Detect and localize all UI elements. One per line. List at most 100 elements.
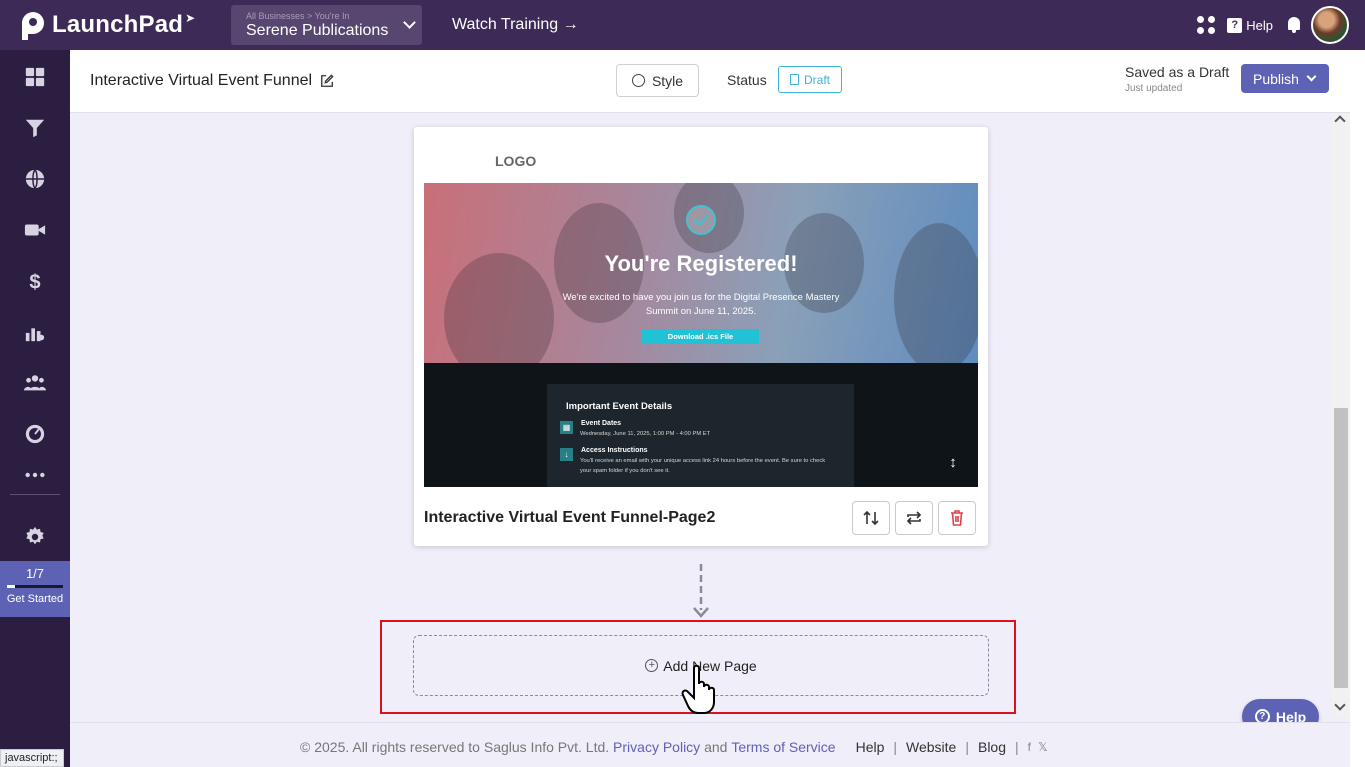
sidebar-divider: [10, 494, 60, 495]
access-instructions-text: You'll receive an email with your unique…: [580, 458, 826, 474]
reorder-button[interactable]: [852, 501, 890, 535]
privacy-policy-link[interactable]: Privacy Policy: [613, 739, 700, 755]
brand-name: LaunchPad: [52, 11, 184, 38]
more-dots-icon: [25, 472, 45, 478]
save-status: Saved as a Draft Just updated: [1125, 64, 1229, 94]
sidebar-item-webinars[interactable]: [0, 210, 70, 250]
rocket-icon: ➤: [185, 11, 196, 25]
hero-text: We're excited to have you join us for th…: [562, 292, 840, 317]
flow-connector-arrow: [693, 564, 709, 618]
access-instructions-title: Access Instructions: [581, 447, 648, 454]
publish-label: Publish: [1253, 70, 1299, 87]
x-twitter-icon[interactable]: 𝕏: [1038, 740, 1048, 754]
sort-arrows-icon: [863, 510, 879, 526]
footer-help-link[interactable]: Help: [856, 739, 885, 755]
dollar-icon: $: [29, 271, 40, 292]
sidebar-item-websites[interactable]: [0, 159, 70, 199]
analytics-icon: [25, 328, 45, 342]
calendar-icon: ▦: [560, 421, 573, 434]
apps-grid-icon[interactable]: [1197, 16, 1216, 34]
delete-page-button[interactable]: [938, 501, 976, 535]
question-icon: ?: [1227, 17, 1243, 33]
sidebar-item-reports[interactable]: [0, 414, 70, 454]
users-icon: [24, 375, 46, 391]
scroll-down-arrow-icon[interactable]: [1334, 699, 1346, 711]
hand-cursor-icon: [681, 664, 715, 714]
watch-training-link[interactable]: Watch Training →: [452, 16, 579, 34]
get-started-progress[interactable]: 1/7 Get Started: [0, 561, 70, 617]
brand-logo[interactable]: LaunchPad ➤: [20, 10, 230, 40]
event-dates-title: Event Dates: [581, 420, 622, 427]
funnel-page-card[interactable]: LOGO You're Registered! We're excited to…: [414, 127, 988, 546]
check-circle-icon: [686, 205, 716, 235]
help-link[interactable]: ? Help: [1227, 17, 1273, 33]
status-label: Status: [727, 72, 767, 88]
video-camera-icon: [24, 224, 46, 236]
footer-separator: |: [965, 739, 969, 755]
download-arrow-icon: ↓: [560, 448, 573, 461]
facebook-icon[interactable]: f: [1028, 740, 1031, 754]
bell-icon[interactable]: [1287, 17, 1301, 33]
publish-button[interactable]: Publish: [1241, 64, 1329, 93]
top-navbar: LaunchPad ➤ All Businesses > You're In S…: [0, 0, 1365, 50]
save-status-time: Just updated: [1125, 83, 1183, 94]
footer: © 2025. All rights reserved to Saglus In…: [70, 722, 1350, 767]
chevron-down-icon: [1306, 71, 1317, 82]
download-ics-button: Download .ics File: [642, 329, 759, 344]
copyright-text: © 2025. All rights reserved to Saglus In…: [300, 739, 610, 755]
vertical-resize-icon[interactable]: ↕: [947, 455, 959, 471]
sidebar-item-analytics[interactable]: [0, 312, 70, 352]
editor-header: Interactive Virtual Event Funnel Style S…: [70, 50, 1350, 113]
dashboard-icon: [25, 67, 45, 87]
style-button[interactable]: Style: [616, 64, 699, 97]
sidebar-item-payments[interactable]: $: [0, 261, 70, 301]
document-icon: [789, 74, 799, 85]
sidebar-item-funnels[interactable]: [0, 108, 70, 148]
get-started-label: Get Started: [6, 593, 64, 605]
event-dates-text: Wednesday, June 11, 2025, 1:00 PM - 4:00…: [580, 431, 711, 437]
page-logo-placeholder: LOGO: [495, 153, 537, 169]
edit-icon[interactable]: [320, 74, 334, 88]
style-label: Style: [651, 72, 684, 89]
vertical-scrollbar[interactable]: [1332, 113, 1350, 717]
funnel-icon: [25, 119, 45, 138]
status-bar-url: javascript:;: [0, 749, 64, 767]
get-started-progress-bar: [7, 585, 63, 588]
scrollbar-thumb[interactable]: [1334, 408, 1348, 688]
gauge-icon: [25, 424, 45, 444]
footer-blog-link[interactable]: Blog: [978, 739, 1006, 755]
event-details-box: Important Event Details ▦ Event Dates We…: [547, 384, 854, 487]
gear-icon: [26, 526, 44, 545]
page-preview-details: Important Event Details ▦ Event Dates We…: [424, 363, 978, 487]
terms-link[interactable]: Terms of Service: [731, 739, 835, 755]
avatar[interactable]: [1311, 6, 1349, 44]
footer-website-link[interactable]: Website: [906, 739, 956, 755]
scroll-up-arrow-icon[interactable]: [1334, 115, 1346, 127]
sidebar-item-contacts[interactable]: [0, 363, 70, 403]
footer-separator: |: [1015, 739, 1019, 755]
business-switcher-caption: All Businesses > You're In: [246, 11, 350, 21]
hero-title: You're Registered!: [604, 251, 798, 276]
swap-page-button[interactable]: [895, 501, 933, 535]
help-label: Help: [1246, 17, 1273, 33]
window-edge: [1350, 50, 1365, 767]
sidebar-item-dashboard[interactable]: [0, 57, 70, 97]
plus-circle-icon: +: [645, 659, 659, 672]
get-started-count: 1/7: [25, 566, 45, 581]
trash-icon: [951, 510, 963, 526]
sidebar-item-more[interactable]: [0, 455, 70, 495]
save-status-text: Saved as a Draft: [1125, 64, 1230, 80]
globe-icon: [25, 169, 45, 189]
launchpad-logo-icon: [20, 10, 46, 40]
draft-label: Draft: [803, 72, 830, 87]
svg-text:$: $: [29, 271, 40, 292]
business-switcher[interactable]: All Businesses > You're In Serene Public…: [231, 5, 422, 45]
page-preview-hero: You're Registered! We're excited to have…: [424, 183, 978, 363]
footer-and-text: and: [704, 739, 728, 755]
sidebar-item-settings[interactable]: [0, 517, 70, 557]
status-badge[interactable]: Draft: [778, 66, 842, 93]
business-name: Serene Publications: [246, 22, 389, 39]
footer-separator: |: [893, 739, 898, 755]
swap-icon: [906, 511, 922, 525]
palette-icon: [631, 74, 645, 87]
